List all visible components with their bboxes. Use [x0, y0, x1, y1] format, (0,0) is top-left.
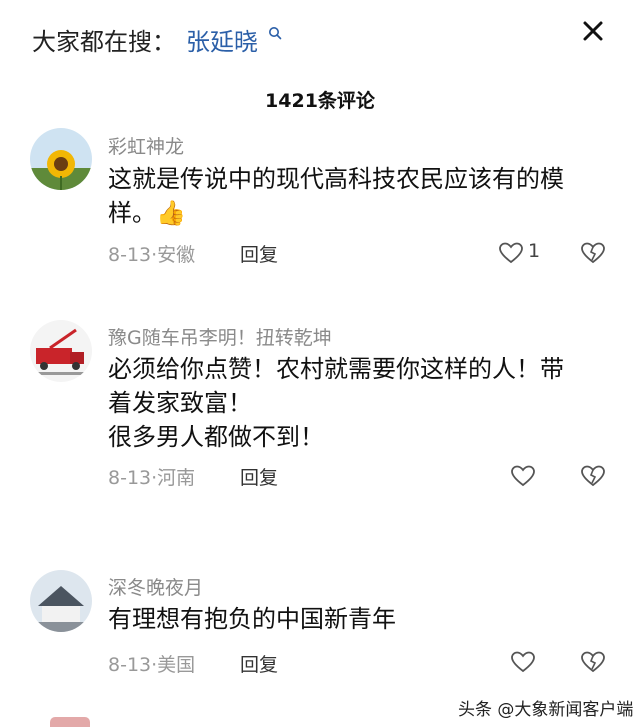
comment-location: 美国: [157, 654, 196, 676]
avatar[interactable]: [30, 128, 92, 190]
header: 大家都在搜： 张延晓: [0, 0, 640, 78]
heart-icon[interactable]: [510, 650, 536, 674]
comment-text-line: 必须给你点赞！农村就需要你这样的人！带: [108, 355, 564, 383]
comment-meta: 8-13·河南: [108, 467, 196, 489]
heart-icon[interactable]: [510, 464, 536, 488]
comment-username[interactable]: 豫G随车吊李明！扭转乾坤: [108, 323, 332, 350]
comment-date: 8-13: [108, 467, 152, 489]
comment-text: 有理想有抱负的中国新青年: [108, 605, 396, 633]
source-watermark: 头条 @大象新闻客户端: [458, 700, 634, 720]
reply-button[interactable]: 回复: [240, 463, 278, 490]
comment-username[interactable]: 彩虹神龙: [108, 132, 184, 159]
comment-location: 安徽: [157, 244, 196, 266]
close-icon[interactable]: [580, 18, 606, 44]
like-count: 1: [528, 240, 541, 262]
comment-username[interactable]: 深冬晚夜月: [108, 573, 203, 600]
comment-date: 8-13: [108, 244, 152, 266]
broken-heart-icon[interactable]: [580, 464, 606, 488]
broken-heart-icon[interactable]: [580, 650, 606, 674]
reply-button[interactable]: 回复: [240, 240, 278, 267]
trending-search-label: 大家都在搜：: [32, 28, 176, 56]
comment-count: 1421条评论: [265, 90, 375, 112]
search-icon[interactable]: [268, 26, 282, 40]
next-comment-avatar-edge: [50, 717, 90, 727]
comment-text-line: 着发家致富！: [108, 389, 252, 417]
broken-heart-icon[interactable]: [580, 241, 606, 265]
comment-text-line: 很多男人都做不到！: [108, 423, 324, 451]
comment-location: 河南: [157, 467, 196, 489]
comment-meta: 8-13·美国: [108, 654, 196, 676]
trending-search-term[interactable]: 张延晓: [186, 22, 258, 57]
avatar[interactable]: [30, 320, 92, 382]
heart-icon[interactable]: [498, 241, 524, 265]
comment-meta: 8-13·安徽: [108, 244, 196, 266]
avatar[interactable]: [30, 570, 92, 632]
reply-button[interactable]: 回复: [240, 650, 278, 677]
comment-date: 8-13: [108, 654, 152, 676]
comment-text: 必须给你点赞！农村就需要你这样的人！带 着发家致富！ 很多男人都做不到！: [108, 352, 598, 454]
comment-text: 这就是传说中的现代高科技农民应该有的模样。👍: [108, 165, 564, 227]
